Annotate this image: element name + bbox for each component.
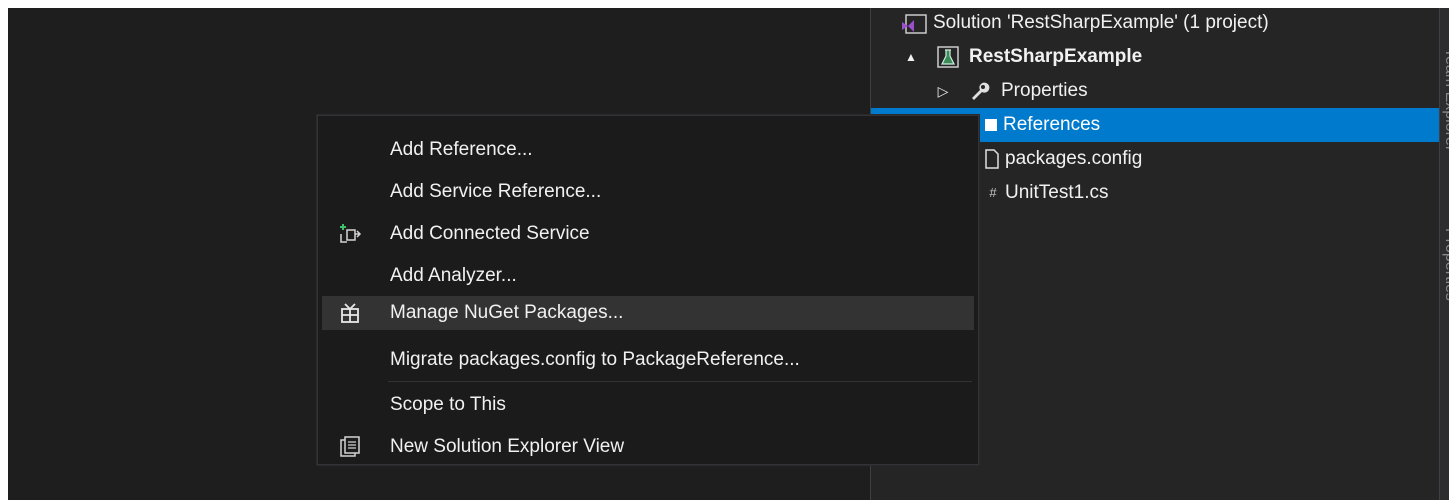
menu-item-add-reference[interactable]: Add Reference... bbox=[322, 133, 974, 167]
tree-item-label: RestSharpExample bbox=[969, 46, 1143, 67]
menu-item-manage-nuget-packages[interactable]: Manage NuGet Packages... bbox=[322, 296, 974, 330]
menu-item-new-solution-explorer-view[interactable]: New Solution Explorer View bbox=[322, 430, 974, 464]
menu-item-add-service-reference[interactable]: Add Service Reference... bbox=[322, 175, 974, 209]
menu-separator bbox=[388, 381, 972, 382]
menu-item-label: Add Connected Service bbox=[390, 223, 590, 244]
expand-arrow-icon: ▷ bbox=[937, 83, 949, 99]
tree-item-label: UnitTest1.cs bbox=[1005, 182, 1109, 203]
nuget-package-icon bbox=[338, 301, 362, 325]
menu-item-label: Add Reference... bbox=[390, 139, 533, 160]
side-tab-properties[interactable]: Properties bbox=[1441, 228, 1449, 301]
menu-item-scope-to-this[interactable]: Scope to This bbox=[322, 388, 974, 422]
tree-item-label: packages.config bbox=[1005, 148, 1143, 169]
connected-service-icon bbox=[338, 222, 362, 246]
tree-item-label: Properties bbox=[1001, 80, 1088, 101]
side-tab-team-explorer[interactable]: Team Explorer bbox=[1441, 48, 1449, 151]
menu-item-label: Add Service Reference... bbox=[390, 181, 602, 202]
new-explorer-view-icon bbox=[338, 435, 362, 459]
context-menu: Add Reference... Add Service Reference..… bbox=[317, 115, 979, 465]
menu-item-label: Migrate packages.config to PackageRefere… bbox=[390, 349, 800, 370]
menu-item-add-connected-service[interactable]: Add Connected Service bbox=[322, 217, 974, 251]
tree-item-label: References bbox=[1003, 114, 1101, 135]
csharp-file-icon: # bbox=[989, 185, 997, 200]
screen: Solution 'RestSharpExample' (1 project) … bbox=[8, 8, 1449, 500]
side-tab-strip: Team Explorer Properties bbox=[1439, 8, 1449, 500]
menu-item-label: Add Analyzer... bbox=[390, 265, 517, 286]
references-icon bbox=[983, 108, 999, 144]
menu-item-label: Manage NuGet Packages... bbox=[390, 302, 624, 323]
menu-item-add-analyzer[interactable]: Add Analyzer... bbox=[322, 259, 974, 293]
menu-item-migrate-packages-config[interactable]: Migrate packages.config to PackageRefere… bbox=[322, 343, 974, 377]
tree-item-project[interactable]: ▲ RestSharpExample bbox=[871, 40, 1440, 74]
tree-item-solution[interactable]: Solution 'RestSharpExample' (1 project) bbox=[871, 8, 1440, 40]
tree-item-label: Solution 'RestSharpExample' (1 project) bbox=[933, 12, 1269, 33]
menu-item-label: New Solution Explorer View bbox=[390, 436, 625, 457]
tree-item-properties[interactable]: ▷ Properties bbox=[871, 74, 1440, 108]
expand-arrow-icon: ▲ bbox=[905, 50, 917, 64]
menu-item-label: Scope to This bbox=[390, 394, 506, 415]
